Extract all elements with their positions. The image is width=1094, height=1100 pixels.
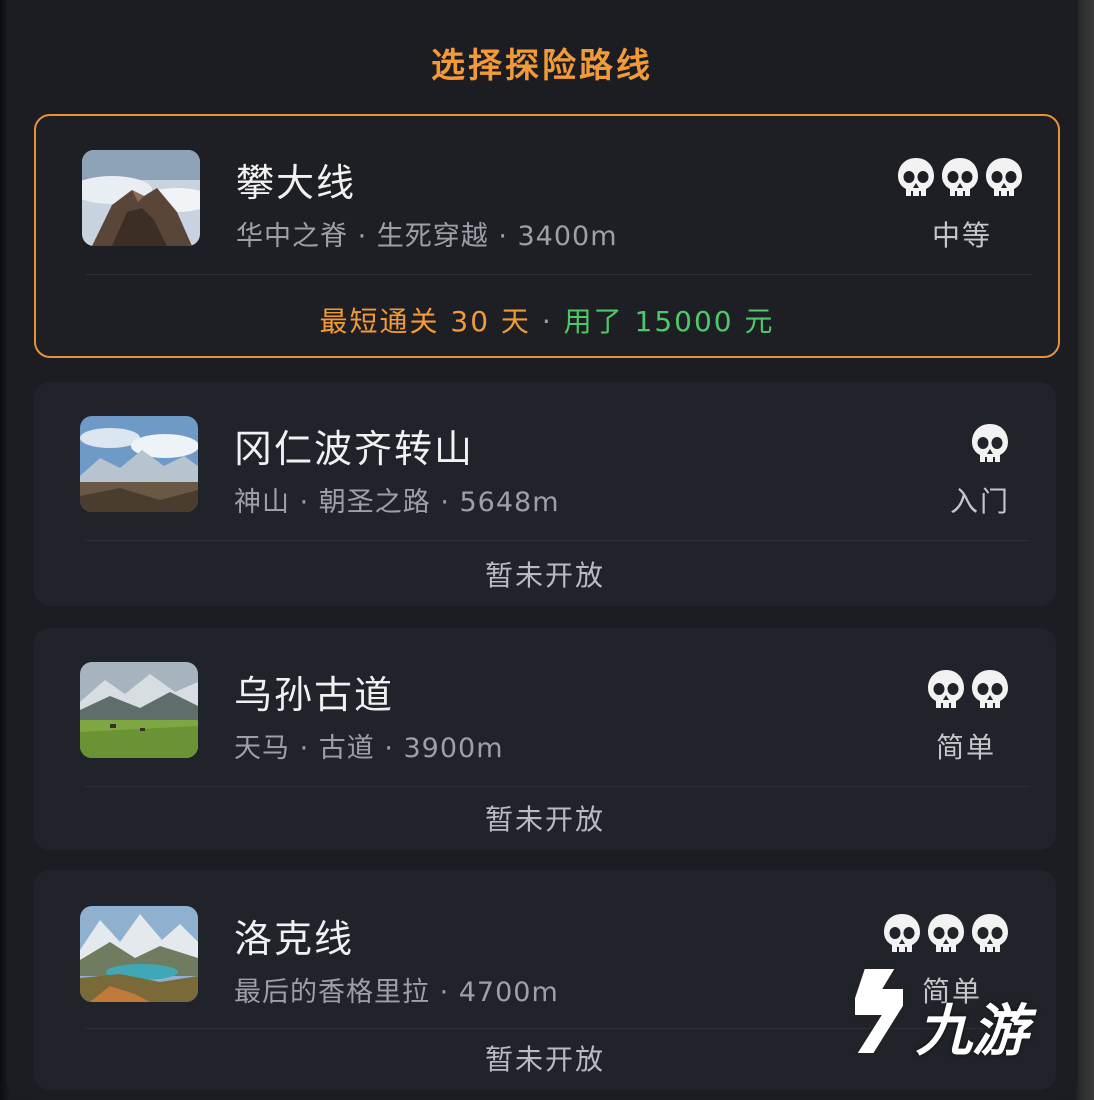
route-subtitle: 华中之脊 · 生死穿越 · 3400m [236, 221, 618, 252]
difficulty-skulls [882, 912, 1010, 954]
route-status: 暂未开放 [484, 559, 605, 592]
skull-icon [972, 424, 1008, 462]
best-time-label: 最短通关 30 天 [319, 305, 531, 338]
separator: · [541, 305, 553, 338]
skull-icon [972, 670, 1008, 708]
route-thumbnail [80, 416, 198, 512]
skull-icon [986, 158, 1022, 196]
skull-icon [942, 158, 978, 196]
route-subtitle: 最后的香格里拉 · 4700m [234, 977, 559, 1008]
route-status: 暂未开放 [484, 803, 605, 836]
route-select-panel: 选择探险路线 攀大线 华中之脊 · 生死穿越 · 3400m 中等 最短通关 3… [6, 0, 1078, 1100]
route-card-panda[interactable]: 攀大线 华中之脊 · 生死穿越 · 3400m 中等 最短通关 30 天 · 用… [34, 114, 1060, 358]
difficulty-skulls [926, 668, 1010, 710]
route-name: 攀大线 [236, 161, 357, 205]
grassland-image [80, 662, 198, 758]
route-card-kailash[interactable]: 冈仁波齐转山 神山 · 朝圣之路 · 5648m 入门 暂未开放 [34, 382, 1056, 606]
route-name: 乌孙古道 [234, 673, 395, 717]
watermark-text: 九游 [916, 999, 1028, 1064]
route-name: 洛克线 [234, 917, 355, 961]
skull-icon [898, 158, 934, 196]
cost-label: 用了 15000 元 [563, 305, 775, 338]
divider [84, 786, 1030, 787]
mountain-plateau-image [80, 416, 198, 512]
route-subtitle: 天马 · 古道 · 3900m [234, 733, 504, 764]
divider [86, 274, 1032, 275]
difficulty-skulls [896, 156, 1024, 198]
route-record: 最短通关 30 天 · 用了 15000 元 [36, 300, 1058, 340]
route-thumbnail [80, 662, 198, 758]
page-title: 选择探险路线 [431, 46, 653, 86]
route-name: 冈仁波齐转山 [234, 427, 475, 471]
skull-icon [884, 914, 920, 952]
mountain-peak-image [82, 150, 200, 246]
difficulty-label: 入门 [949, 485, 1010, 518]
route-thumbnail [82, 150, 200, 246]
route-subtitle: 神山 · 朝圣之路 · 5648m [234, 487, 560, 518]
route-card-wusun[interactable]: 乌孙古道 天马 · 古道 · 3900m 简单 暂未开放 [34, 628, 1056, 850]
difficulty-label: 简单 [935, 731, 996, 764]
difficulty-label: 中等 [931, 219, 992, 252]
lake-valley-image [80, 906, 198, 1002]
skull-icon [928, 914, 964, 952]
skull-icon [972, 914, 1008, 952]
divider [84, 540, 1030, 541]
difficulty-skulls [970, 422, 1010, 464]
skull-icon [928, 670, 964, 708]
route-thumbnail [80, 906, 198, 1002]
